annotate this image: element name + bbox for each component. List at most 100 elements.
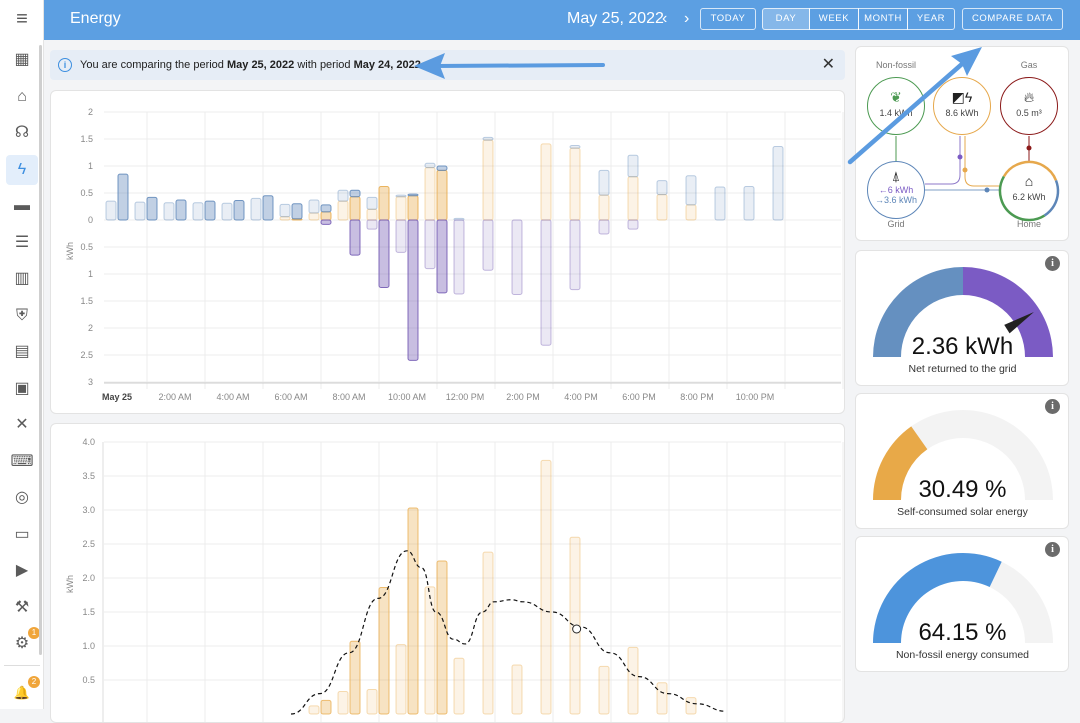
y-tick-label: 0.5: [80, 242, 93, 252]
y-tick-label: 1: [88, 269, 93, 279]
compare-return-bar: [395, 219, 407, 253]
sidebar-item-developer-tools[interactable]: ⚒: [6, 593, 38, 623]
sidebar-item-security[interactable]: ⛨: [6, 301, 38, 331]
solar-production-chart-card: 4.0 3.5 3.0 2.5 2.0 1.5 1.0 0.5 kWh: [50, 423, 845, 723]
grid-home-dot: [984, 187, 990, 193]
current-return-bar: [349, 219, 361, 256]
compare-data-button[interactable]: COMPARE DATA: [962, 8, 1063, 30]
sidebar-item-devices[interactable]: ▤: [6, 337, 38, 367]
compare-solar-bar: [337, 200, 349, 221]
sidebar-item-calendar[interactable]: ▭: [6, 520, 38, 550]
compare-grid-bar: [337, 189, 349, 202]
compare-solar-bar: [685, 204, 697, 221]
y-axis-label: kWh: [65, 575, 75, 593]
sidebar-item-settings[interactable]: ⚙ 1: [6, 627, 40, 659]
period-year[interactable]: YEAR: [907, 8, 955, 30]
info-icon[interactable]: i: [1045, 399, 1060, 414]
home-node[interactable]: ⌂ 6.2 kWh: [1000, 161, 1058, 219]
chevron-right-icon[interactable]: ›: [684, 10, 689, 28]
sidebar-divider: [4, 665, 40, 666]
close-icon[interactable]: ✕: [822, 50, 835, 80]
compare-grid-bar: [424, 162, 436, 169]
compare-grid-bar: [308, 199, 320, 214]
period-day[interactable]: DAY: [762, 8, 810, 30]
sidebar-item-home[interactable]: ⌂: [6, 82, 38, 112]
compare-return-bar: [627, 219, 639, 230]
y-tick-label: 2.0: [82, 573, 95, 583]
nonfossil-value: 1.4 kWh: [879, 108, 913, 118]
compare-grid-bar: [685, 175, 697, 206]
compare-solar-bar: [598, 194, 610, 221]
period-month[interactable]: MONTH: [858, 8, 908, 30]
sidebar-item-hacs[interactable]: ▣: [6, 374, 38, 404]
y-tick-label: 1: [88, 161, 93, 171]
today-button[interactable]: TODAY: [700, 8, 756, 30]
compare-grid-bar: [395, 194, 407, 198]
sidebar-item-energy[interactable]: ϟ: [6, 154, 38, 185]
y-tick-label: 2: [88, 107, 93, 117]
sidebar-item-vscode[interactable]: ✕: [6, 410, 38, 440]
compare-grid-bar: [192, 202, 204, 221]
period-week[interactable]: WEEK: [809, 8, 859, 30]
gauge-card: i 2.36 kWh Net returned to the grid: [855, 250, 1069, 386]
compare-production-bar: [395, 644, 407, 715]
y-tick-label: 1.5: [82, 607, 95, 617]
compare-solar-bar: [366, 208, 378, 221]
current-solar-bar: [349, 196, 361, 221]
current-grid-bar: [320, 204, 332, 213]
info-icon: i: [58, 58, 72, 72]
info-icon[interactable]: i: [1045, 542, 1060, 557]
home-icon: ⌂: [1024, 173, 1034, 189]
solar-node[interactable]: ◩ϟ 8.6 kWh: [933, 77, 991, 135]
sidebar-item-overview[interactable]: ▦: [6, 45, 38, 75]
solar-home-dot: [962, 167, 968, 173]
devices-icon: ▤: [14, 343, 30, 360]
sidebar-scrollbar[interactable]: [39, 45, 42, 655]
info-icon[interactable]: i: [1045, 256, 1060, 271]
solar-grid-dot: [957, 154, 963, 160]
solar-power-icon: ◩ϟ: [951, 89, 973, 105]
compare-production-bar: [366, 689, 378, 715]
compare-solar-bar: [656, 194, 668, 221]
sidebar-item-assist[interactable]: ☊: [6, 118, 38, 148]
current-grid-bar: [291, 203, 303, 220]
notifications-bell-icon[interactable]: 🔔 2: [6, 676, 40, 708]
y-tick-label: 2: [88, 323, 93, 333]
grid-returned-value: ←6 kWh: [878, 185, 914, 195]
sidebar-item-presenter[interactable]: ▬: [6, 191, 38, 221]
compare-grid-bar: [366, 196, 378, 210]
hacs-icon: ▣: [14, 379, 30, 397]
y-tick-label: 3: [88, 377, 93, 387]
y-tick-label: 2.5: [82, 539, 95, 549]
sidebar-item-terminal[interactable]: ⌨: [6, 447, 38, 477]
sidebar-item-zigbee[interactable]: ◎: [6, 483, 38, 513]
sidebar-item-media[interactable]: ▶: [6, 556, 38, 586]
gas-node[interactable]: 🔥︎ 0.5 m³: [1000, 77, 1058, 135]
grid-label: Grid: [887, 219, 905, 229]
compare-solar-bar: [308, 212, 320, 221]
chevron-left-icon[interactable]: ‹: [662, 10, 667, 28]
y-tick-label: 1.0: [82, 641, 95, 651]
energy-distribution-card: Non-fossil Gas ❦ 1.4 kWh ◩ϟ 8.6 kWh 🔥︎ 0.5 …: [855, 46, 1069, 241]
gas-value: 0.5 m³: [1016, 108, 1042, 118]
menu-icon[interactable]: ≡: [10, 8, 34, 32]
compare-grid-bar: [714, 186, 726, 221]
banner-compare-period: May 24, 2022: [353, 59, 421, 71]
grid-node[interactable]: ⍋ ←6 kWh →3.6 kWh: [867, 161, 925, 219]
compare-solar-bar: [424, 167, 436, 221]
compare-production-bar: [337, 691, 349, 715]
top-app-bar: Energy May 25, 2022 ‹ › TODAY DAY WEEK M…: [0, 0, 1080, 40]
nonfossil-node[interactable]: ❦ 1.4 kWh: [867, 77, 925, 135]
compare-grid-bar: [656, 180, 668, 196]
compare-grid-bar: [279, 203, 291, 218]
compare-grid-bar: [105, 200, 117, 221]
cursor-zoom-icon: [572, 624, 582, 634]
x-tick-label: 4:00 AM: [216, 392, 249, 402]
sidebar-item-logbook[interactable]: ☰: [6, 228, 38, 258]
gauge-label: Non-fossil energy consumed: [895, 649, 1030, 661]
terminal-icon: ⌨: [10, 452, 34, 470]
sidebar-item-history[interactable]: ▥: [6, 264, 38, 294]
banner-prefix: You are comparing the period: [80, 59, 227, 71]
fire-icon: 🔥︎: [1023, 89, 1035, 105]
banner-middle: with period: [294, 59, 354, 71]
